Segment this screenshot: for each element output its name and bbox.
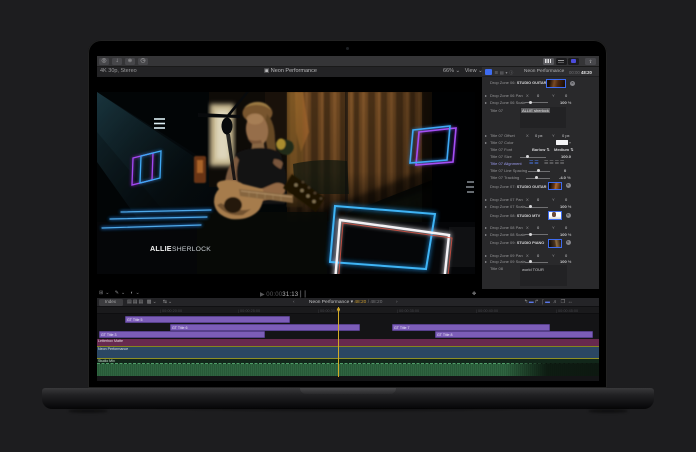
svg-text:ALLIE: ALLIE [150, 244, 172, 253]
svg-text:SHERLOCK: SHERLOCK [172, 246, 211, 253]
